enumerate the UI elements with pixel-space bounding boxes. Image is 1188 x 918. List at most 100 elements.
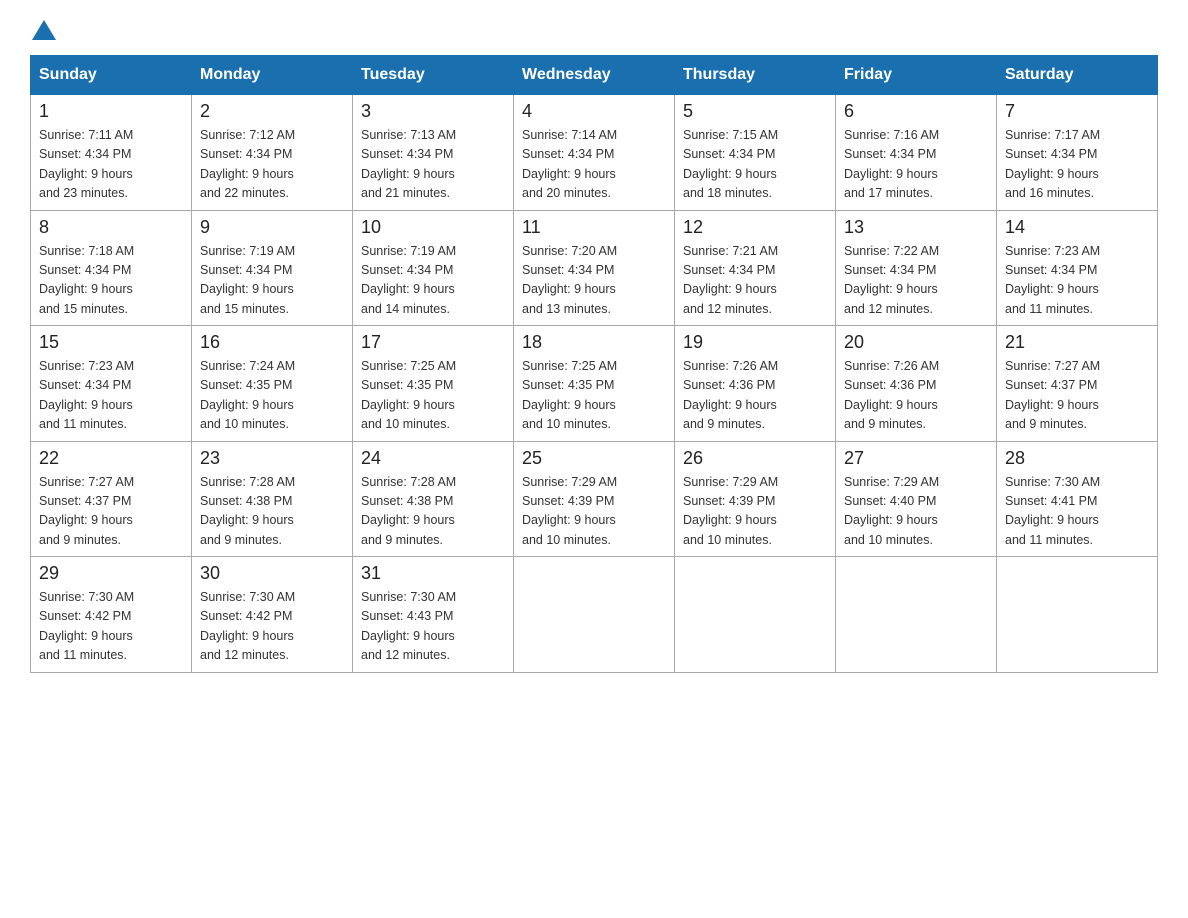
day-number: 2	[200, 101, 344, 122]
day-info: Sunrise: 7:25 AMSunset: 4:35 PMDaylight:…	[361, 357, 505, 435]
calendar-cell: 2Sunrise: 7:12 AMSunset: 4:34 PMDaylight…	[192, 95, 353, 211]
calendar-cell: 9Sunrise: 7:19 AMSunset: 4:34 PMDaylight…	[192, 210, 353, 326]
day-number: 20	[844, 332, 988, 353]
logo	[30, 20, 58, 35]
day-info: Sunrise: 7:21 AMSunset: 4:34 PMDaylight:…	[683, 242, 827, 320]
calendar-cell: 26 Sunrise: 7:29 AMSunset: 4:39 PMDayligh…	[675, 441, 836, 557]
calendar-cell: 3 Sunrise: 7:13 AMSunset: 4:34 PMDaylight…	[353, 95, 514, 211]
day-info: Sunrise: 7:27 AMSunset: 4:37 PMDaylight:…	[39, 473, 183, 551]
day-number: 1	[39, 101, 183, 122]
day-number: 3	[361, 101, 505, 122]
day-number: 18	[522, 332, 666, 353]
day-info: Sunrise: 7:13 AMSunset: 4:34 PMDaylight:…	[361, 126, 505, 204]
calendar-cell: 20Sunrise: 7:26 AMSunset: 4:36 PMDayligh…	[836, 326, 997, 442]
day-number: 14	[1005, 217, 1149, 238]
calendar-cell: 24 Sunrise: 7:28 AMSunset: 4:38 PMDayligh…	[353, 441, 514, 557]
day-info: Sunrise: 7:30 AMSunset: 4:43 PMDaylight:…	[361, 588, 505, 666]
day-number: 28	[1005, 448, 1149, 469]
weekday-header-sunday: Sunday	[31, 56, 192, 95]
calendar-cell: 6Sunrise: 7:16 AMSunset: 4:34 PMDaylight…	[836, 95, 997, 211]
calendar-cell: 10Sunrise: 7:19 AMSunset: 4:34 PMDayligh…	[353, 210, 514, 326]
day-info: Sunrise: 7:29 AMSunset: 4:40 PMDaylight:…	[844, 473, 988, 551]
day-number: 6	[844, 101, 988, 122]
calendar-cell: 13 Sunrise: 7:22 AMSunset: 4:34 PMDayligh…	[836, 210, 997, 326]
weekday-header-tuesday: Tuesday	[353, 56, 514, 95]
calendar-cell: 30 Sunrise: 7:30 AMSunset: 4:42 PMDayligh…	[192, 557, 353, 673]
day-number: 30	[200, 563, 344, 584]
day-info: Sunrise: 7:28 AMSunset: 4:38 PMDaylight:…	[200, 473, 344, 551]
day-info: Sunrise: 7:28 AMSunset: 4:38 PMDaylight:…	[361, 473, 505, 551]
day-number: 5	[683, 101, 827, 122]
day-number: 13	[844, 217, 988, 238]
day-number: 11	[522, 217, 666, 238]
day-number: 27	[844, 448, 988, 469]
calendar-cell: 14 Sunrise: 7:23 AMSunset: 4:34 PMDayligh…	[997, 210, 1158, 326]
day-info: Sunrise: 7:30 AMSunset: 4:42 PMDaylight:…	[39, 588, 183, 666]
page-header	[30, 20, 1158, 35]
weekday-header-saturday: Saturday	[997, 56, 1158, 95]
calendar-cell: 5 Sunrise: 7:15 AMSunset: 4:34 PMDaylight…	[675, 95, 836, 211]
calendar-cell: 25 Sunrise: 7:29 AMSunset: 4:39 PMDayligh…	[514, 441, 675, 557]
day-info: Sunrise: 7:30 AMSunset: 4:42 PMDaylight:…	[200, 588, 344, 666]
day-number: 15	[39, 332, 183, 353]
day-info: Sunrise: 7:23 AMSunset: 4:34 PMDaylight:…	[1005, 242, 1149, 320]
calendar-cell: 29 Sunrise: 7:30 AMSunset: 4:42 PMDayligh…	[31, 557, 192, 673]
calendar-cell: 4 Sunrise: 7:14 AMSunset: 4:34 PMDaylight…	[514, 95, 675, 211]
calendar-header: SundayMondayTuesdayWednesdayThursdayFrid…	[31, 56, 1158, 95]
calendar-cell	[675, 557, 836, 673]
day-number: 23	[200, 448, 344, 469]
day-info: Sunrise: 7:11 AMSunset: 4:34 PMDaylight:…	[39, 126, 183, 204]
day-number: 24	[361, 448, 505, 469]
calendar-cell: 27 Sunrise: 7:29 AMSunset: 4:40 PMDayligh…	[836, 441, 997, 557]
day-number: 31	[361, 563, 505, 584]
calendar-cell: 28 Sunrise: 7:30 AMSunset: 4:41 PMDayligh…	[997, 441, 1158, 557]
day-number: 17	[361, 332, 505, 353]
day-info: Sunrise: 7:29 AMSunset: 4:39 PMDaylight:…	[522, 473, 666, 551]
day-info: Sunrise: 7:27 AMSunset: 4:37 PMDaylight:…	[1005, 357, 1149, 435]
day-info: Sunrise: 7:30 AMSunset: 4:41 PMDaylight:…	[1005, 473, 1149, 551]
day-number: 26	[683, 448, 827, 469]
calendar-cell: 12 Sunrise: 7:21 AMSunset: 4:34 PMDayligh…	[675, 210, 836, 326]
calendar-cell: 15 Sunrise: 7:23 AMSunset: 4:34 PMDayligh…	[31, 326, 192, 442]
day-number: 21	[1005, 332, 1149, 353]
day-info: Sunrise: 7:29 AMSunset: 4:39 PMDaylight:…	[683, 473, 827, 551]
day-info: Sunrise: 7:24 AMSunset: 4:35 PMDaylight:…	[200, 357, 344, 435]
day-info: Sunrise: 7:23 AMSunset: 4:34 PMDaylight:…	[39, 357, 183, 435]
calendar-cell	[997, 557, 1158, 673]
calendar-cell	[836, 557, 997, 673]
day-info: Sunrise: 7:25 AMSunset: 4:35 PMDaylight:…	[522, 357, 666, 435]
calendar-cell: 21 Sunrise: 7:27 AMSunset: 4:37 PMDayligh…	[997, 326, 1158, 442]
day-number: 16	[200, 332, 344, 353]
calendar-cell: 16 Sunrise: 7:24 AMSunset: 4:35 PMDayligh…	[192, 326, 353, 442]
calendar-cell: 31 Sunrise: 7:30 AMSunset: 4:43 PMDayligh…	[353, 557, 514, 673]
calendar-cell: 17 Sunrise: 7:25 AMSunset: 4:35 PMDayligh…	[353, 326, 514, 442]
calendar-week-row: 22 Sunrise: 7:27 AMSunset: 4:37 PMDayligh…	[31, 441, 1158, 557]
weekday-header-thursday: Thursday	[675, 56, 836, 95]
day-number: 12	[683, 217, 827, 238]
day-number: 22	[39, 448, 183, 469]
weekday-header-row: SundayMondayTuesdayWednesdayThursdayFrid…	[31, 56, 1158, 95]
day-number: 8	[39, 217, 183, 238]
calendar-week-row: 8Sunrise: 7:18 AMSunset: 4:34 PMDaylight…	[31, 210, 1158, 326]
day-info: Sunrise: 7:15 AMSunset: 4:34 PMDaylight:…	[683, 126, 827, 204]
day-number: 4	[522, 101, 666, 122]
calendar-cell	[514, 557, 675, 673]
calendar-cell: 7Sunrise: 7:17 AMSunset: 4:34 PMDaylight…	[997, 95, 1158, 211]
calendar-cell: 1 Sunrise: 7:11 AMSunset: 4:34 PMDaylight…	[31, 95, 192, 211]
day-number: 7	[1005, 101, 1149, 122]
calendar-cell: 22 Sunrise: 7:27 AMSunset: 4:37 PMDayligh…	[31, 441, 192, 557]
day-number: 25	[522, 448, 666, 469]
day-info: Sunrise: 7:26 AMSunset: 4:36 PMDaylight:…	[683, 357, 827, 435]
calendar-cell: 18 Sunrise: 7:25 AMSunset: 4:35 PMDayligh…	[514, 326, 675, 442]
day-number: 29	[39, 563, 183, 584]
logo-triangle-icon	[32, 20, 56, 40]
calendar-cell: 8Sunrise: 7:18 AMSunset: 4:34 PMDaylight…	[31, 210, 192, 326]
day-info: Sunrise: 7:19 AMSunset: 4:34 PMDaylight:…	[361, 242, 505, 320]
calendar-week-row: 29 Sunrise: 7:30 AMSunset: 4:42 PMDayligh…	[31, 557, 1158, 673]
calendar-week-row: 1 Sunrise: 7:11 AMSunset: 4:34 PMDaylight…	[31, 95, 1158, 211]
weekday-header-friday: Friday	[836, 56, 997, 95]
day-info: Sunrise: 7:22 AMSunset: 4:34 PMDaylight:…	[844, 242, 988, 320]
day-info: Sunrise: 7:14 AMSunset: 4:34 PMDaylight:…	[522, 126, 666, 204]
calendar-week-row: 15 Sunrise: 7:23 AMSunset: 4:34 PMDayligh…	[31, 326, 1158, 442]
weekday-header-monday: Monday	[192, 56, 353, 95]
